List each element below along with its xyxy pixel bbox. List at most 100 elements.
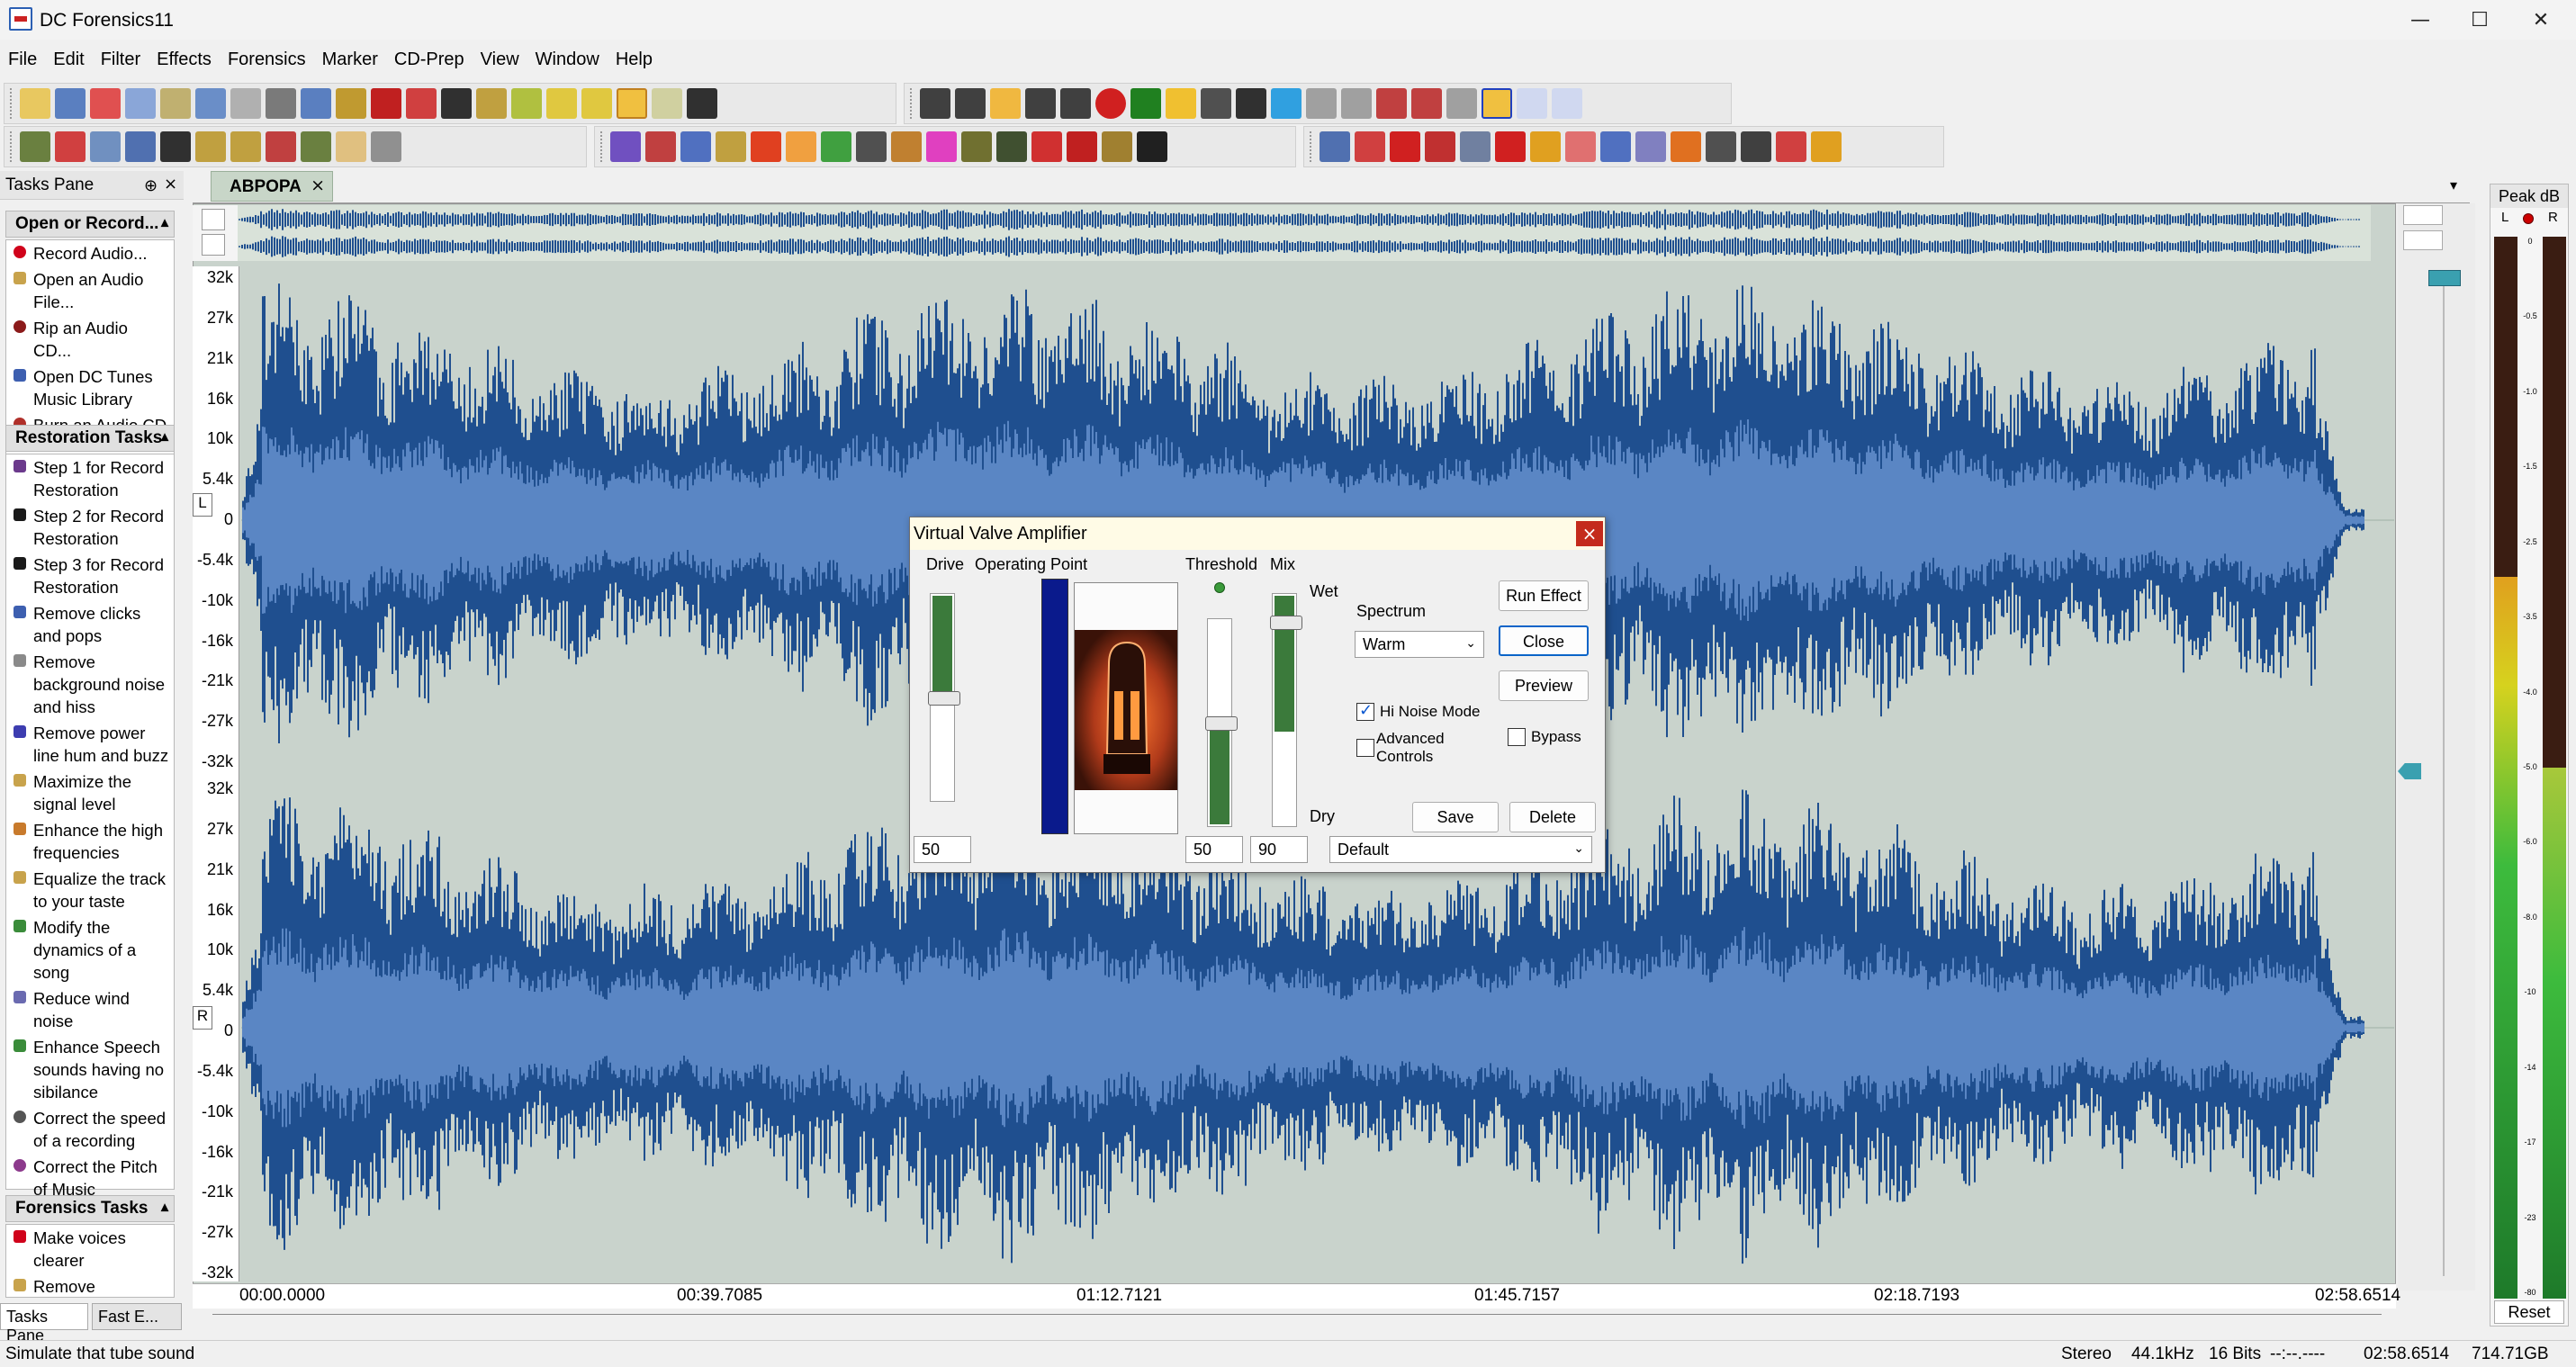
wand-icon[interactable] xyxy=(195,88,226,119)
zoom-vertical-icon[interactable] xyxy=(1376,88,1407,119)
card-icon[interactable] xyxy=(336,131,366,162)
split-view-icon[interactable] xyxy=(652,88,682,119)
section-restoration[interactable]: Restoration Tasks ▴ xyxy=(5,425,175,452)
dialog-title-bar[interactable]: Virtual Valve Amplifier xyxy=(910,517,1605,550)
filter-icon[interactable] xyxy=(1635,131,1666,162)
advanced-controls-checkbox[interactable] xyxy=(1356,739,1374,757)
close-pane-icon[interactable]: × xyxy=(164,175,177,193)
bass-clef-icon[interactable] xyxy=(1137,131,1167,162)
lips-icon[interactable] xyxy=(1390,131,1420,162)
toolbar-grip[interactable] xyxy=(10,131,15,162)
preview-button[interactable]: Preview xyxy=(1499,670,1589,701)
task-correct-speed[interactable]: Correct the speed of a recording xyxy=(6,1105,174,1154)
zoom-in-overview-icon[interactable] xyxy=(202,209,225,230)
task-open-library[interactable]: Open DC Tunes Music Library xyxy=(6,364,174,412)
drive-slider[interactable] xyxy=(928,593,960,802)
threshold-slider[interactable] xyxy=(1205,618,1238,827)
task-enhance-high[interactable]: Enhance the high frequencies xyxy=(6,817,174,866)
wave-icon[interactable] xyxy=(1530,131,1561,162)
bars-icon[interactable] xyxy=(125,131,156,162)
menu-cd-prep[interactable]: CD-Prep xyxy=(386,45,473,76)
right-channel-toggle[interactable]: R xyxy=(193,1006,212,1030)
collapse-icon[interactable]: ▴ xyxy=(161,1198,168,1216)
triangle-icon[interactable] xyxy=(1671,131,1701,162)
save-preset-button[interactable]: Save xyxy=(1412,802,1499,832)
pencil-icon[interactable] xyxy=(230,88,261,119)
menu-effects[interactable]: Effects xyxy=(149,45,220,76)
spectrum-select[interactable]: Warm ⌄ xyxy=(1355,631,1484,658)
paste-icon[interactable] xyxy=(160,88,191,119)
effect-1-icon[interactable] xyxy=(610,131,641,162)
tube-icon[interactable] xyxy=(1811,131,1842,162)
effect-9-icon[interactable] xyxy=(891,131,922,162)
effect-5-icon[interactable] xyxy=(751,131,781,162)
drive-value-field[interactable]: 50 xyxy=(914,836,971,863)
settings-gear-icon[interactable] xyxy=(687,88,717,119)
task-remove-hum[interactable]: Remove power line hum and buzz xyxy=(6,720,174,769)
task-maximize[interactable]: Maximize the signal level xyxy=(6,769,174,817)
adv-icon[interactable] xyxy=(1565,131,1596,162)
phone-icon[interactable] xyxy=(1460,131,1491,162)
stop-icon[interactable] xyxy=(1130,88,1161,119)
menu-window[interactable]: Window xyxy=(527,45,608,76)
chart-icon[interactable] xyxy=(195,131,226,162)
pause-icon[interactable] xyxy=(990,88,1021,119)
document-tab[interactable]: ABPOPA × xyxy=(211,171,333,202)
menu-forensics[interactable]: Forensics xyxy=(220,45,314,76)
vst-icon[interactable] xyxy=(1031,131,1062,162)
close-tab-icon[interactable]: × xyxy=(311,175,325,195)
lr-channel-icon[interactable] xyxy=(1482,88,1512,119)
drive-slider-thumb[interactable] xyxy=(928,691,960,706)
spectrogram-style-icon[interactable] xyxy=(2403,230,2443,250)
display-icon[interactable] xyxy=(160,131,191,162)
network-icon[interactable] xyxy=(301,131,331,162)
task-enhance-speech[interactable]: Enhance Speech sounds having no sibilanc… xyxy=(6,1034,174,1105)
task-remove-clicks[interactable]: Remove clicks and pops xyxy=(6,600,174,649)
record-icon[interactable] xyxy=(1095,88,1126,119)
dialog-close-button[interactable]: × xyxy=(1576,521,1603,546)
toolbar-grip[interactable] xyxy=(10,88,15,119)
right-channel-icon[interactable] xyxy=(1552,88,1582,119)
undo-icon[interactable] xyxy=(301,88,331,119)
zoom-out-icon[interactable] xyxy=(1341,88,1372,119)
menu-edit[interactable]: Edit xyxy=(45,45,92,76)
zoom-out-overview-icon[interactable] xyxy=(202,234,225,256)
task-step-2[interactable]: Step 2 for Record Restoration xyxy=(6,503,174,552)
horizontal-scrollbar[interactable] xyxy=(212,1314,2382,1321)
maximize-button[interactable]: ☐ xyxy=(2445,0,2515,40)
scrub-icon[interactable] xyxy=(1271,88,1302,119)
pin-icon[interactable]: ⊕ xyxy=(144,176,158,195)
zoom-in-icon[interactable] xyxy=(1306,88,1337,119)
spectrum-icon[interactable] xyxy=(90,131,121,162)
click-icon[interactable] xyxy=(55,131,86,162)
mix-slider[interactable] xyxy=(1270,593,1302,827)
effect-10-icon[interactable] xyxy=(926,131,957,162)
meter-reset-button[interactable]: Reset xyxy=(2494,1300,2564,1324)
mute-icon[interactable] xyxy=(266,88,296,119)
waveform-style-icon[interactable] xyxy=(2403,205,2443,225)
mix-value-field[interactable]: 90 xyxy=(1250,836,1308,863)
cd-record-icon[interactable] xyxy=(371,88,401,119)
close-button[interactable]: Close xyxy=(1499,625,1589,656)
swap-icon[interactable] xyxy=(1102,131,1132,162)
task-voices-clearer[interactable]: Make voices clearer xyxy=(6,1225,174,1273)
bypass-checkbox[interactable] xyxy=(1508,728,1526,746)
effect-4-icon[interactable] xyxy=(716,131,746,162)
level-chart-icon[interactable] xyxy=(230,131,261,162)
left-channel-toggle[interactable]: L xyxy=(193,493,212,517)
skip-start-icon[interactable] xyxy=(920,88,950,119)
stack-icon[interactable] xyxy=(1741,131,1771,162)
left-channel-icon[interactable] xyxy=(1517,88,1547,119)
effect-11-icon[interactable] xyxy=(961,131,992,162)
threshold-value-field[interactable]: 50 xyxy=(1185,836,1243,863)
tools-icon[interactable] xyxy=(20,131,50,162)
hub-icon[interactable] xyxy=(1706,131,1736,162)
save-icon[interactable] xyxy=(55,88,86,119)
voice-icon[interactable] xyxy=(1600,131,1631,162)
level-icon[interactable] xyxy=(476,88,507,119)
zoom-full-icon[interactable] xyxy=(1446,88,1477,119)
skip-end-icon[interactable] xyxy=(1060,88,1091,119)
fx-icon[interactable] xyxy=(1776,131,1806,162)
task-rip-cd[interactable]: Rip an Audio CD... xyxy=(6,315,174,364)
menu-marker[interactable]: Marker xyxy=(314,45,386,76)
